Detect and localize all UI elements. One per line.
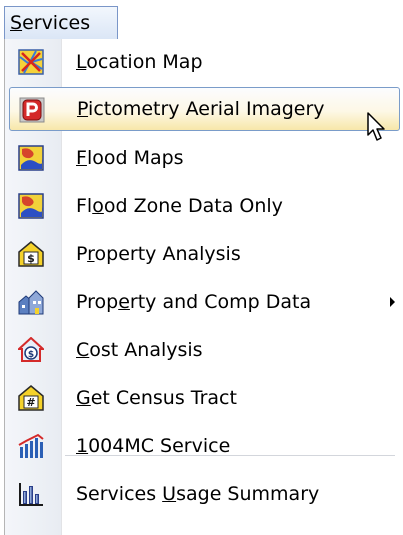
app-root: Services Location Map Pictometry Aerial … [0,0,403,535]
submenu-arrow-icon [390,297,395,307]
menu-bar: Services [0,0,403,42]
menu-item-label: 1004MC Service [76,435,231,457]
menu-item-location-map[interactable]: Location Map [5,39,403,85]
buildings-icon [18,290,44,315]
menu-item-label: Property Analysis [76,243,241,265]
menu-item-flood-maps[interactable]: Flood Maps [5,135,403,181]
menu-item-property-analysis[interactable]: $ Property Analysis [5,231,403,277]
market-chart-icon [18,433,44,458]
menu-item-census-tract[interactable]: # Get Census Tract [5,375,403,421]
menu-item-usage-summary[interactable]: Services Usage Summary [5,471,403,517]
services-mnemonic: S [10,12,23,34]
menu-item-label: Location Map [76,51,203,73]
dollar-house-icon: $ [18,241,44,267]
menu-item-cost-analysis[interactable]: $ Cost Analysis [5,327,403,373]
menu-separator [65,455,395,456]
flood-map-icon [18,145,44,171]
cost-house-icon: $ [18,337,44,362]
census-house-icon: # [18,385,44,411]
bar-chart-icon [19,483,43,506]
menu-item-pictometry[interactable]: Pictometry Aerial Imagery [9,87,400,131]
menu-item-label: Get Census Tract [76,387,237,409]
services-label-rest: ervices [22,12,91,34]
menu-item-label: Services Usage Summary [76,483,320,505]
services-dropdown: Location Map Pictometry Aerial Imagery F… [4,39,403,535]
menu-item-label: Flood Zone Data Only [76,195,283,217]
menu-item-flood-zone[interactable]: Flood Zone Data Only [5,183,403,229]
menu-item-property-comp[interactable]: Property and Comp Data [5,279,403,325]
mouse-cursor-icon [367,112,385,141]
menu-item-label: Pictometry Aerial Imagery [77,98,325,120]
svg-text:#: # [26,396,35,409]
svg-text:$: $ [27,252,35,265]
svg-text:$: $ [28,350,34,360]
location-map-icon [18,49,44,75]
menu-item-label: Property and Comp Data [76,291,312,313]
services-menu[interactable]: Services [4,6,118,40]
flood-zone-icon [18,193,44,219]
pictometry-p-icon [19,97,45,123]
menu-item-label: Cost Analysis [76,339,203,361]
menu-item-1004mc[interactable]: 1004MC Service [5,423,403,469]
menu-item-label: Flood Maps [76,147,184,169]
